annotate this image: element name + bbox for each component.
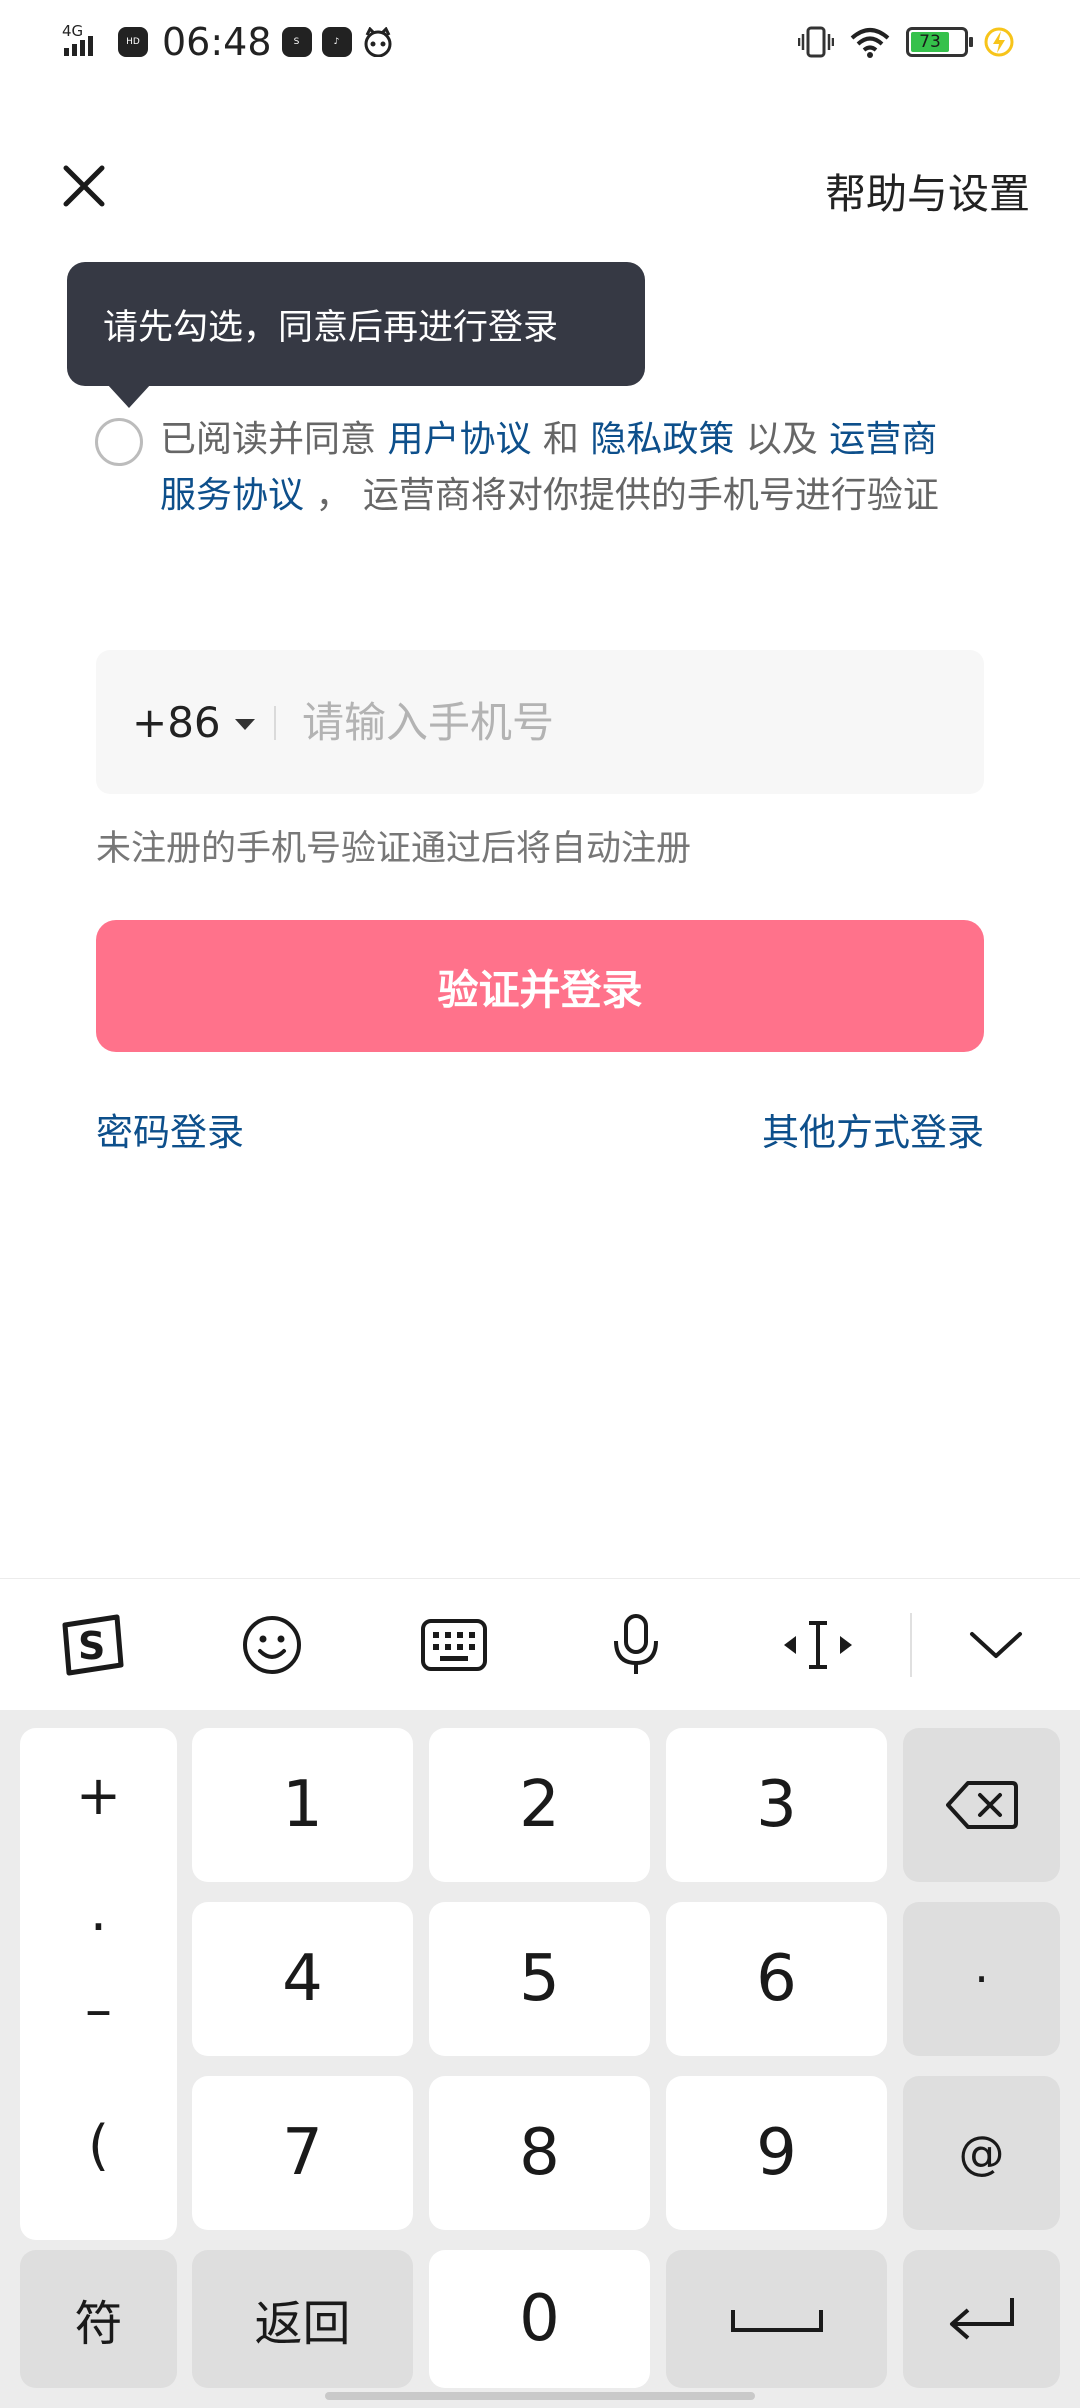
- agreement-tooltip: 请先勾选，同意后再进行登录: [67, 262, 645, 408]
- key-1[interactable]: 1: [192, 1728, 413, 1882]
- close-icon: [63, 165, 105, 207]
- agreement-text: 已阅读并同意 用户协议 和 隐私政策 以及 运营商服务协议 ， 运营商将对你提供…: [160, 412, 960, 524]
- other-login-link[interactable]: 其他方式登录: [762, 1102, 984, 1156]
- key-4[interactable]: 4: [192, 1902, 413, 2056]
- tooltip-text: 请先勾选，同意后再进行登录: [103, 307, 559, 348]
- space-icon: [730, 2310, 823, 2332]
- key-5[interactable]: 5: [429, 1902, 650, 2056]
- symbol-key-paren[interactable]: (: [20, 2114, 177, 2177]
- phone-input[interactable]: [302, 650, 942, 794]
- keyboard-layout-icon[interactable]: [414, 1605, 494, 1685]
- back-key[interactable]: 返回: [192, 2250, 413, 2388]
- privacy-policy-link[interactable]: 隐私政策: [590, 419, 734, 460]
- emoji-icon[interactable]: [232, 1605, 312, 1685]
- key-3[interactable]: 3: [666, 1728, 887, 1882]
- sogou-icon[interactable]: S: [52, 1605, 132, 1685]
- agreement-and: 和: [531, 419, 591, 460]
- keyboard-toolbar: S: [0, 1578, 1080, 1710]
- key-0[interactable]: 0: [429, 2250, 650, 2388]
- help-settings-link[interactable]: 帮助与设置: [825, 160, 1030, 220]
- svg-text:S: S: [78, 1624, 105, 1668]
- battery-icon: 73: [906, 27, 973, 57]
- close-button[interactable]: [56, 158, 112, 214]
- soul-icon: S: [281, 27, 312, 57]
- country-code-selector[interactable]: +86: [132, 650, 255, 794]
- user-agreement-link[interactable]: 用户协议: [387, 419, 531, 460]
- tiktok-icon: ♪: [321, 27, 352, 57]
- key-8[interactable]: 8: [429, 2076, 650, 2230]
- dot-key[interactable]: ·: [903, 1902, 1060, 2056]
- symbol-switch-key[interactable]: 符: [20, 2250, 177, 2388]
- key-7[interactable]: 7: [192, 2076, 413, 2230]
- agreement-suffix: ， 运营商将对你提供的手机号进行验证: [304, 475, 939, 516]
- input-divider: [274, 706, 276, 740]
- microphone-icon[interactable]: [596, 1605, 676, 1685]
- hide-keyboard-icon[interactable]: [956, 1605, 1036, 1685]
- wifi-icon: [850, 28, 890, 58]
- svg-text:4G: 4G: [62, 22, 83, 40]
- backspace-icon: [945, 1781, 1018, 1829]
- verify-login-button[interactable]: 验证并登录: [96, 920, 984, 1052]
- agreement-also: 以及: [734, 419, 830, 460]
- symbol-key-dash[interactable]: –: [20, 1978, 177, 2041]
- key-2[interactable]: 2: [429, 1728, 650, 1882]
- symbol-key-plus[interactable]: +: [20, 1764, 177, 1827]
- at-key[interactable]: @: [903, 2076, 1060, 2230]
- agreement-prefix: 已阅读并同意: [160, 419, 388, 460]
- status-right: 73: [798, 22, 1014, 62]
- phone-input-box: +86: [96, 650, 984, 794]
- charging-icon: [984, 27, 1014, 57]
- cursor-move-icon[interactable]: [778, 1605, 858, 1685]
- symbol-key-dot[interactable]: .: [20, 1880, 177, 1943]
- status-bar: 4G HD 06:48 S ♪ 73: [0, 0, 1080, 84]
- symbol-column[interactable]: + . – (: [20, 1728, 177, 2240]
- status-left: 4G HD 06:48 S ♪: [62, 18, 394, 66]
- home-indicator[interactable]: [325, 2392, 755, 2400]
- password-login-link[interactable]: 密码登录: [96, 1102, 244, 1156]
- backspace-key[interactable]: [903, 1728, 1060, 1882]
- key-6[interactable]: 6: [666, 1902, 887, 2056]
- toolbar-separator: [910, 1613, 912, 1677]
- vibrate-icon: [798, 26, 834, 58]
- clock: 06:48: [162, 20, 272, 64]
- signal-icon: 4G: [62, 22, 93, 56]
- hd-icon: HD: [118, 27, 148, 57]
- agreement-checkbox[interactable]: [95, 418, 143, 466]
- numeric-keyboard: + . – ( 1 2 3 4 5 6 · 7 8 9 @ 符 返回 0: [0, 1710, 1080, 2408]
- space-key[interactable]: [666, 2250, 887, 2388]
- country-code: +86: [132, 697, 221, 747]
- enter-icon: [949, 2298, 1014, 2340]
- auto-register-hint: 未注册的手机号验证通过后将自动注册: [96, 829, 692, 869]
- dropdown-caret-icon: [234, 718, 255, 730]
- cat-icon: [364, 27, 392, 57]
- enter-key[interactable]: [903, 2250, 1060, 2388]
- key-9[interactable]: 9: [666, 2076, 887, 2230]
